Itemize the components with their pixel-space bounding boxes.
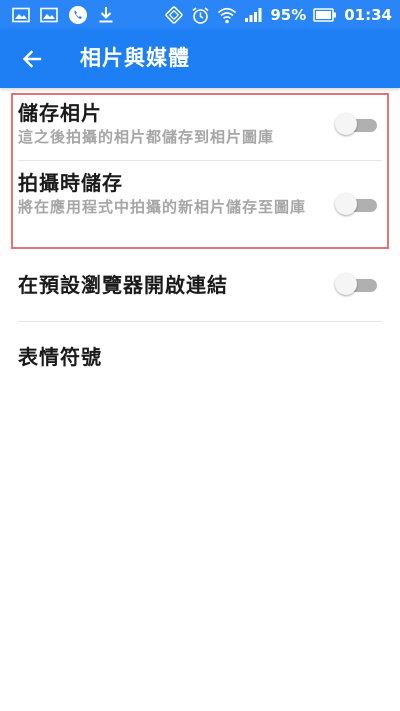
clock: 01:34 bbox=[344, 6, 392, 24]
image-icon bbox=[12, 7, 30, 23]
battery-percentage: 95% bbox=[270, 6, 307, 24]
setting-title: 在預設瀏覽器開啟連結 bbox=[18, 273, 228, 297]
phone-icon bbox=[69, 6, 87, 24]
page-title: 相片與媒體 bbox=[80, 46, 190, 70]
setting-open-links-browser[interactable]: 在預設瀏覽器開啟連結 bbox=[18, 272, 382, 298]
signal-icon bbox=[245, 8, 262, 22]
divider bbox=[18, 321, 382, 322]
toggle-knob bbox=[335, 113, 357, 135]
setting-title: 拍攝時儲存 bbox=[18, 171, 123, 195]
app-bar: 相片與媒體 bbox=[0, 29, 400, 88]
status-bar: 95% 01:34 bbox=[0, 0, 400, 29]
setting-subtitle: 將在應用程式中拍攝的新相片儲存至圖庫 bbox=[18, 198, 307, 216]
setting-title: 表情符號 bbox=[18, 345, 102, 369]
download-icon bbox=[99, 7, 113, 23]
toggle-knob bbox=[335, 273, 357, 295]
toggle-knob bbox=[335, 193, 357, 215]
setting-subtitle: 這之後拍攝的相片都儲存到相片圖庫 bbox=[18, 128, 275, 146]
wifi-icon bbox=[218, 7, 237, 23]
setting-save-photos[interactable]: 儲存相片 這之後拍攝的相片都儲存到相片圖庫 bbox=[18, 100, 382, 148]
setting-save-on-capture[interactable]: 拍攝時儲存 將在應用程式中拍攝的新相片儲存至圖庫 bbox=[18, 170, 382, 218]
image-icon bbox=[40, 7, 58, 23]
setting-emoji[interactable]: 表情符號 bbox=[18, 344, 382, 370]
arrow-left-icon[interactable] bbox=[20, 47, 44, 71]
alarm-icon bbox=[192, 6, 209, 24]
notification-icons bbox=[12, 5, 114, 25]
divider bbox=[18, 160, 382, 161]
open-links-toggle[interactable] bbox=[335, 273, 379, 297]
save-photos-toggle[interactable] bbox=[335, 113, 379, 137]
battery-icon bbox=[313, 8, 337, 22]
vibrate-icon bbox=[165, 6, 184, 24]
setting-title: 儲存相片 bbox=[18, 101, 102, 125]
save-on-capture-toggle[interactable] bbox=[335, 193, 379, 217]
system-status: 95% 01:34 bbox=[164, 4, 392, 26]
